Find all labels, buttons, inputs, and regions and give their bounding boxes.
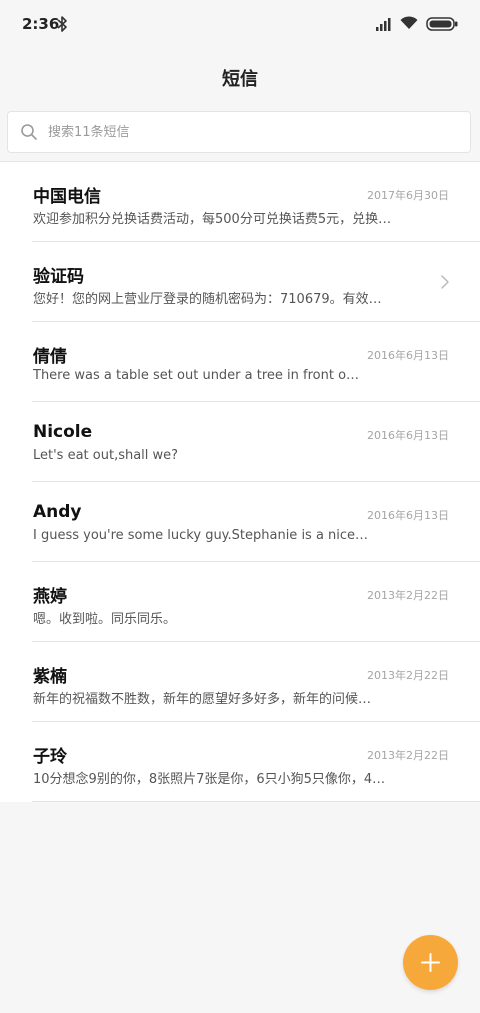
battery-icon bbox=[426, 17, 458, 31]
message-preview: Let's eat out,shall we? bbox=[33, 448, 179, 463]
list-item[interactable]: Nicole 2016年6月13日 Let's eat out,shall we… bbox=[0, 402, 480, 482]
list-item[interactable]: 中国电信 2017年6月30日 欢迎参加积分兑换话费活动，每500分可兑换话费5… bbox=[0, 162, 480, 242]
contact-name: 中国电信 bbox=[33, 187, 101, 207]
message-date: 2016年6月13日 bbox=[367, 509, 449, 522]
message-preview: 10分想念9别的你，8张照片7张是你，6只小狗5只像你，4… bbox=[33, 772, 386, 787]
list-item[interactable]: 验证码 您好！您的网上营业厅登录的随机密码为：710679。有效… bbox=[0, 242, 480, 322]
contact-name: Nicole bbox=[33, 422, 93, 442]
contact-name: 紫楠 bbox=[33, 667, 67, 687]
status-bar: 2:36 bbox=[0, 0, 480, 52]
contact-name: 倩倩 bbox=[33, 347, 67, 367]
bluetooth-icon bbox=[57, 16, 67, 32]
message-date: 2013年2月22日 bbox=[367, 589, 449, 602]
message-list: 中国电信 2017年6月30日 欢迎参加积分兑换话费活动，每500分可兑换话费5… bbox=[0, 161, 480, 802]
list-item[interactable]: 燕婷 2013年2月22日 嗯。收到啦。同乐同乐。 bbox=[0, 562, 480, 642]
wifi-icon bbox=[400, 16, 418, 29]
list-item[interactable]: 倩倩 2016年6月13日 There was a table set out … bbox=[0, 322, 480, 402]
list-item[interactable]: 子玲 2013年2月22日 10分想念9别的你，8张照片7张是你，6只小狗5只像… bbox=[0, 722, 480, 802]
message-preview: There was a table set out under a tree i… bbox=[33, 368, 360, 383]
page-title: 短信 bbox=[222, 69, 258, 90]
contact-name: 验证码 bbox=[33, 267, 84, 287]
plus-icon bbox=[421, 953, 440, 972]
new-message-button[interactable] bbox=[403, 935, 458, 990]
contact-name: Andy bbox=[33, 502, 82, 522]
contact-name: 燕婷 bbox=[33, 587, 67, 607]
search-input[interactable] bbox=[48, 120, 458, 144]
list-item[interactable]: 紫楠 2013年2月22日 新年的祝福数不胜数，新年的愿望好多好多，新年的问候… bbox=[0, 642, 480, 722]
divider bbox=[32, 801, 480, 802]
contact-name: 子玲 bbox=[33, 747, 67, 767]
message-preview: 嗯。收到啦。同乐同乐。 bbox=[33, 612, 177, 627]
message-preview: 欢迎参加积分兑换话费活动，每500分可兑换话费5元，兑换… bbox=[33, 212, 392, 227]
list-item[interactable]: Andy 2016年6月13日 I guess you're some luck… bbox=[0, 482, 480, 562]
message-date: 2016年6月13日 bbox=[367, 429, 449, 442]
message-preview: I guess you're some lucky guy.Stephanie … bbox=[33, 528, 369, 543]
signal-icon bbox=[376, 18, 391, 31]
chevron-right-icon bbox=[441, 275, 449, 289]
header: 短信 bbox=[0, 52, 480, 104]
search-bar[interactable] bbox=[7, 111, 471, 153]
message-preview: 您好！您的网上营业厅登录的随机密码为：710679。有效… bbox=[33, 292, 382, 307]
status-time: 2:36 bbox=[22, 15, 60, 33]
message-date: 2017年6月30日 bbox=[367, 189, 449, 202]
message-preview: 新年的祝福数不胜数，新年的愿望好多好多，新年的问候… bbox=[33, 692, 372, 707]
message-date: 2016年6月13日 bbox=[367, 349, 449, 362]
search-icon bbox=[21, 124, 37, 140]
message-date: 2013年2月22日 bbox=[367, 669, 449, 682]
message-date: 2013年2月22日 bbox=[367, 749, 449, 762]
